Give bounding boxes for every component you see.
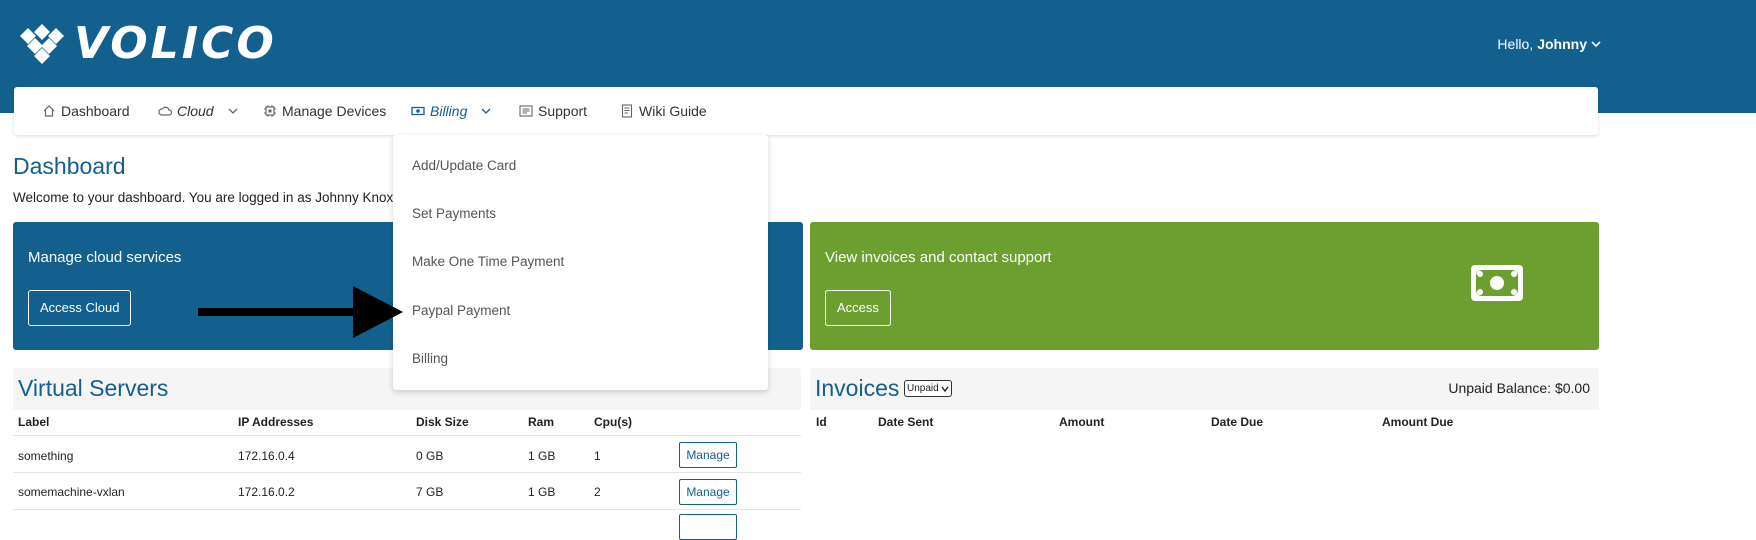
column-header: Date Due	[1211, 415, 1264, 429]
manage-button[interactable]: Manage	[679, 479, 737, 505]
user-name: Johnny	[1537, 36, 1587, 52]
cell-label: somemachine-vxlan	[18, 485, 125, 499]
nav-support[interactable]: Support	[519, 87, 587, 135]
access-button[interactable]: Access	[825, 290, 891, 326]
nav-manage-devices[interactable]: Manage Devices	[263, 87, 386, 135]
welcome-text: Welcome to your dashboard. You are logge…	[13, 190, 410, 205]
menu-item-set-payments[interactable]: Set Payments	[412, 206, 496, 221]
volico-logo[interactable]: VOLICO	[16, 22, 277, 66]
invoices-support-card: View invoices and contact support Access	[810, 222, 1599, 350]
menu-item-add-update-card[interactable]: Add/Update Card	[412, 158, 516, 173]
chevron-down-icon	[228, 108, 238, 114]
nav-label: Wiki Guide	[639, 103, 707, 119]
access-cloud-button[interactable]: Access Cloud	[28, 290, 132, 326]
card-title: Manage cloud services	[28, 249, 182, 266]
nav-label: Manage Devices	[282, 103, 387, 119]
divider	[13, 435, 801, 436]
main-nav: Dashboard Cloud Manage Devices Billing S…	[14, 87, 1598, 135]
menu-item-paypal-payment[interactable]: Paypal Payment	[412, 303, 510, 318]
column-header: Date Sent	[878, 415, 934, 429]
money-icon	[1471, 265, 1523, 301]
panel-title: Invoices	[815, 375, 900, 401]
cell-ip: 172.16.0.4	[238, 449, 295, 463]
manage-button[interactable]: Manage	[679, 442, 737, 468]
column-header: Amount Due	[1382, 415, 1454, 429]
home-icon	[43, 105, 55, 117]
nav-dashboard[interactable]: Dashboard	[42, 87, 130, 135]
cell-ram: 1 GB	[528, 449, 556, 463]
nav-label: Cloud	[177, 103, 214, 119]
cell-label: something	[18, 449, 74, 463]
page-title: Dashboard	[13, 153, 126, 179]
cell-cpu: 2	[594, 485, 601, 499]
column-header: Disk Size	[416, 415, 469, 429]
chevron-down-icon	[1591, 41, 1601, 48]
cell-disk: 7 GB	[416, 485, 444, 499]
menu-item-one-time-payment[interactable]: Make One Time Payment	[412, 254, 564, 269]
book-icon	[621, 104, 633, 118]
cloud-icon	[158, 106, 172, 116]
cell-cpu: 1	[594, 449, 601, 463]
column-header: Cpu(s)	[594, 415, 632, 429]
nav-label: Dashboard	[61, 103, 130, 119]
invoice-filter-select[interactable]: Unpaid	[904, 380, 952, 397]
column-header: Amount	[1059, 415, 1105, 429]
chip-icon	[264, 105, 276, 117]
cell-ram: 1 GB	[528, 485, 556, 499]
column-header: IP Addresses	[238, 415, 314, 429]
nav-wiki-guide[interactable]: Wiki Guide	[620, 87, 707, 135]
user-menu[interactable]: Hello, Johnny	[1497, 36, 1601, 52]
pointer-arrow-icon	[198, 286, 403, 338]
billing-dropdown-menu: Add/Update Card Set Payments Make One Ti…	[393, 135, 768, 390]
brand-name: VOLICO	[74, 18, 277, 69]
nav-billing[interactable]: Billing	[411, 87, 492, 135]
greeting-text: Hello,	[1497, 36, 1534, 52]
menu-item-billing[interactable]: Billing	[412, 351, 448, 366]
column-header: Ram	[528, 415, 555, 429]
logo-mark-icon	[20, 24, 64, 64]
column-header: Id	[816, 415, 827, 429]
select-value: Unpaid	[907, 383, 939, 394]
chevron-down-icon	[941, 386, 949, 392]
panel-title: Virtual Servers	[18, 375, 169, 401]
divider	[13, 472, 801, 473]
divider	[13, 509, 801, 510]
cash-icon	[411, 106, 425, 116]
support-icon	[519, 105, 533, 117]
card-title: View invoices and contact support	[825, 249, 1052, 266]
nav-cloud[interactable]: Cloud	[158, 87, 239, 135]
nav-label: Support	[538, 103, 588, 119]
cell-ip: 172.16.0.2	[238, 485, 295, 499]
manage-button-partial[interactable]	[679, 514, 737, 540]
nav-label: Billing	[430, 103, 468, 119]
cell-disk: 0 GB	[416, 449, 444, 463]
unpaid-balance: Unpaid Balance: $0.00	[1448, 380, 1590, 396]
chevron-down-icon	[481, 108, 491, 114]
column-header: Label	[18, 415, 50, 429]
